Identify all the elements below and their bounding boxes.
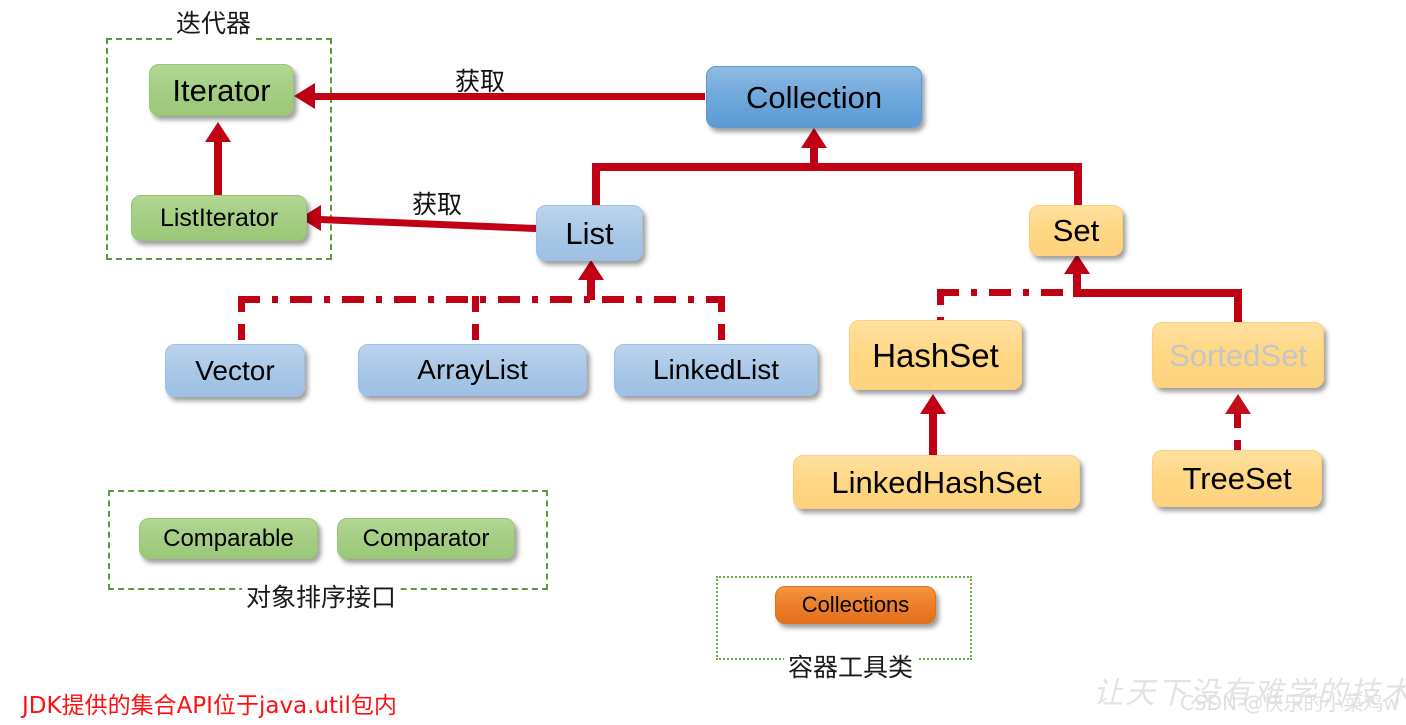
node-vector[interactable]: Vector: [165, 344, 305, 397]
node-linkedhashset-label: LinkedHashSet: [831, 464, 1042, 500]
node-collections-label: Collections: [801, 592, 910, 617]
node-listiterator[interactable]: ListIterator: [131, 195, 307, 241]
arrowhead-listiterator-iterator: [205, 122, 231, 142]
csdn-watermark: CSDN @快乐的小菜鸡w: [1180, 691, 1400, 715]
node-linkedlist[interactable]: LinkedList: [614, 344, 818, 396]
node-arraylist-label: ArrayList: [417, 354, 528, 385]
node-vector-label: Vector: [195, 354, 275, 386]
node-sortedset[interactable]: SortedSet: [1152, 322, 1324, 388]
edge-drop-hashset: [937, 289, 944, 321]
arrowhead-to-set: [1064, 254, 1090, 274]
node-sortedset-label: SortedSet: [1169, 337, 1307, 373]
node-collections[interactable]: Collections: [775, 586, 936, 624]
edge-hashset-bus: [937, 289, 1081, 296]
arrowhead-to-collection: [801, 128, 827, 148]
jdk-note-caption: JDK提供的集合API位于java.util包内: [22, 693, 397, 719]
tools-group-label: 容器工具类: [784, 648, 918, 684]
node-collection[interactable]: Collection: [706, 66, 922, 128]
sorting-group-label: 对象排序接口: [242, 578, 401, 614]
node-set-label: Set: [1052, 213, 1100, 248]
edge-sortedset-bus: [1073, 289, 1241, 297]
node-collection-label: Collection: [745, 79, 883, 115]
node-comparable-label: Comparable: [163, 524, 294, 552]
node-comparable[interactable]: Comparable: [139, 518, 318, 559]
edge-bus-drop-list: [592, 163, 600, 205]
edge-listiterator-to-iterator: [214, 140, 222, 198]
edge-list-impl-bus: [238, 296, 725, 303]
arrowhead-to-list: [578, 260, 604, 280]
edge-bus-horizontal-collection: [592, 163, 1082, 171]
arrowhead-to-sortedset: [1225, 394, 1251, 414]
edge-bus-drop-set: [1074, 163, 1082, 205]
arrowhead-to-hashset: [920, 394, 946, 414]
node-hashset-label: HashSet: [872, 336, 999, 374]
node-linkedlist-label: LinkedList: [652, 354, 780, 385]
node-list-label: List: [565, 215, 614, 251]
edge-drop-linkedlist: [718, 296, 725, 344]
brush-watermark: 让天下没有难学的技术: [1093, 676, 1406, 711]
iterator-group-label: 迭代器: [172, 4, 256, 40]
edge-drop-arraylist: [472, 296, 479, 344]
edge-drop-vector: [238, 296, 245, 344]
node-hashset[interactable]: HashSet: [849, 320, 1022, 390]
node-comparator[interactable]: Comparator: [337, 518, 515, 559]
edge-label-collection-iterator: 获取: [455, 67, 506, 96]
node-list[interactable]: List: [536, 205, 643, 261]
node-set[interactable]: Set: [1029, 205, 1123, 256]
diagram-canvas: 迭代器 对象排序接口 容器工具类 获取 获取 Iterator ListIter…: [0, 0, 1406, 725]
edge-drop-sortedset: [1234, 289, 1242, 324]
edge-label-list-listiterator: 获取: [412, 190, 463, 219]
node-treeset-label: TreeSet: [1182, 461, 1292, 496]
node-comparator-label: Comparator: [362, 524, 490, 552]
node-listiterator-label: ListIterator: [159, 203, 279, 232]
arrowhead-to-iterator: [294, 83, 315, 109]
node-iterator[interactable]: Iterator: [149, 64, 294, 116]
edge-collection-to-iterator: [313, 93, 705, 100]
node-treeset[interactable]: TreeSet: [1152, 450, 1322, 507]
node-arraylist[interactable]: ArrayList: [358, 344, 587, 396]
edge-linkedhashset-to-hashset: [929, 412, 937, 457]
node-linkedhashset[interactable]: LinkedHashSet: [793, 455, 1080, 509]
node-iterator-label: Iterator: [172, 72, 271, 108]
